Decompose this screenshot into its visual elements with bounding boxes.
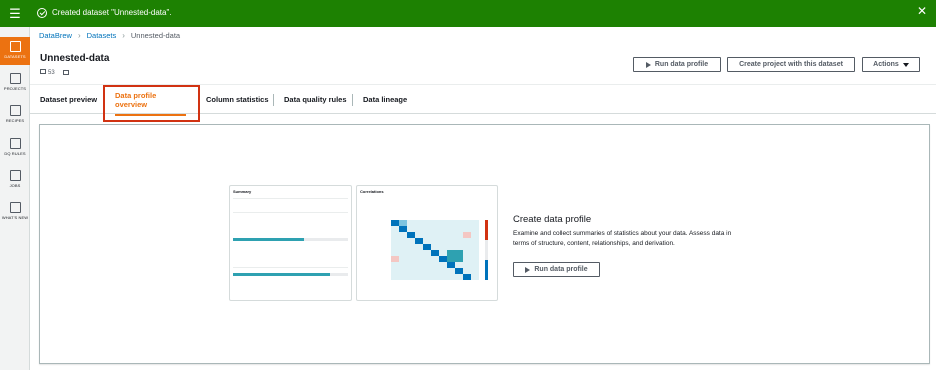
breadcrumb-datasets[interactable]: Datasets — [87, 31, 117, 40]
grid-icon — [9, 41, 21, 52]
sidebar-item-label: DQ RULES — [4, 151, 26, 156]
highlight-box — [103, 85, 200, 122]
column-count: 53 — [40, 69, 55, 76]
data-types-row — [233, 212, 348, 224]
button-label: Actions — [873, 61, 899, 68]
duplicate-rows-bar — [233, 273, 348, 276]
sidebar: ☰ DATASETS PROJECTS RECIPES DQ RULES JOB… — [0, 0, 30, 370]
correlations-preview-card: Correlations — [356, 185, 498, 301]
run-data-profile-cta-button[interactable]: Run data profile — [513, 262, 600, 277]
sidebar-item-label: WHAT'S NEW — [1, 215, 29, 220]
sidebar-item-label: JOBS — [9, 183, 21, 188]
breadcrumb-current: Unnested-data — [130, 31, 181, 40]
sidebar-item-projects[interactable]: PROJECTS — [0, 73, 30, 91]
tab-divider — [273, 94, 274, 106]
correlation-heatmap — [391, 220, 488, 280]
play-icon — [645, 61, 651, 68]
document-icon — [9, 105, 21, 116]
chevron-right-icon: › — [122, 31, 125, 40]
page-title: Unnested-data — [40, 53, 110, 64]
profile-content-panel: Summary Correlations — [39, 124, 930, 364]
summary-preview-card: Summary — [229, 185, 352, 301]
correlations-title: Correlations — [360, 189, 384, 194]
tab-data-lineage[interactable]: Data lineage — [363, 85, 407, 114]
tab-dataset-preview[interactable]: Dataset preview — [40, 85, 97, 114]
sidebar-item-whats-new[interactable]: WHAT'S NEW — [0, 202, 30, 220]
sidebar-item-datasets[interactable]: DATASETS — [0, 37, 30, 65]
success-check-icon — [37, 8, 47, 18]
sidebar-item-dq-rules[interactable]: DQ RULES — [0, 138, 30, 156]
button-label: Run data profile — [534, 266, 588, 273]
sidebar-item-recipes[interactable]: RECIPES — [0, 105, 30, 123]
summary-stats-row — [233, 198, 348, 206]
sidebar-item-label: PROJECTS — [3, 86, 27, 91]
actions-dropdown[interactable]: Actions — [862, 57, 920, 72]
play-icon — [9, 170, 21, 181]
run-data-profile-button[interactable]: Run data profile — [633, 57, 721, 72]
checklist-icon — [9, 138, 21, 149]
create-profile-title: Create data profile — [513, 214, 592, 225]
sidebar-item-jobs[interactable]: JOBS — [0, 170, 30, 188]
news-icon — [9, 202, 21, 213]
summary-title: Summary — [233, 189, 252, 194]
button-label: Create project with this dataset — [739, 61, 843, 68]
calendar-icon — [62, 70, 69, 75]
columns-icon — [40, 69, 46, 74]
sidebar-item-label: RECIPES — [5, 118, 25, 123]
create-profile-description: Examine and collect summaries of statist… — [513, 230, 732, 247]
tab-column-statistics[interactable]: Column statistics — [206, 85, 269, 114]
button-label: Run data profile — [654, 61, 709, 68]
breadcrumb-databrew[interactable]: DataBrew — [39, 31, 72, 40]
menu-icon[interactable]: ☰ — [0, 0, 30, 27]
tab-divider — [352, 94, 353, 106]
breadcrumb: DataBrew › Datasets › Unnested-data — [39, 31, 180, 40]
missing-cells-bar — [233, 238, 348, 241]
banner-message: Created dataset "Unnested-data". — [52, 8, 172, 17]
table-icon — [9, 73, 21, 84]
sidebar-item-label: DATASETS — [4, 54, 26, 59]
chevron-right-icon: › — [77, 31, 81, 40]
play-icon — [525, 266, 531, 273]
create-project-button[interactable]: Create project with this dataset — [727, 57, 855, 72]
caret-down-icon — [902, 62, 909, 67]
tab-data-quality-rules[interactable]: Data quality rules — [284, 85, 347, 114]
close-icon[interactable]: ✕ — [917, 4, 927, 18]
notification-banner: Created dataset "Unnested-data". ✕ — [0, 0, 936, 27]
dataset-meta: 53 — [40, 69, 71, 76]
column-count-value: 53 — [48, 70, 55, 76]
